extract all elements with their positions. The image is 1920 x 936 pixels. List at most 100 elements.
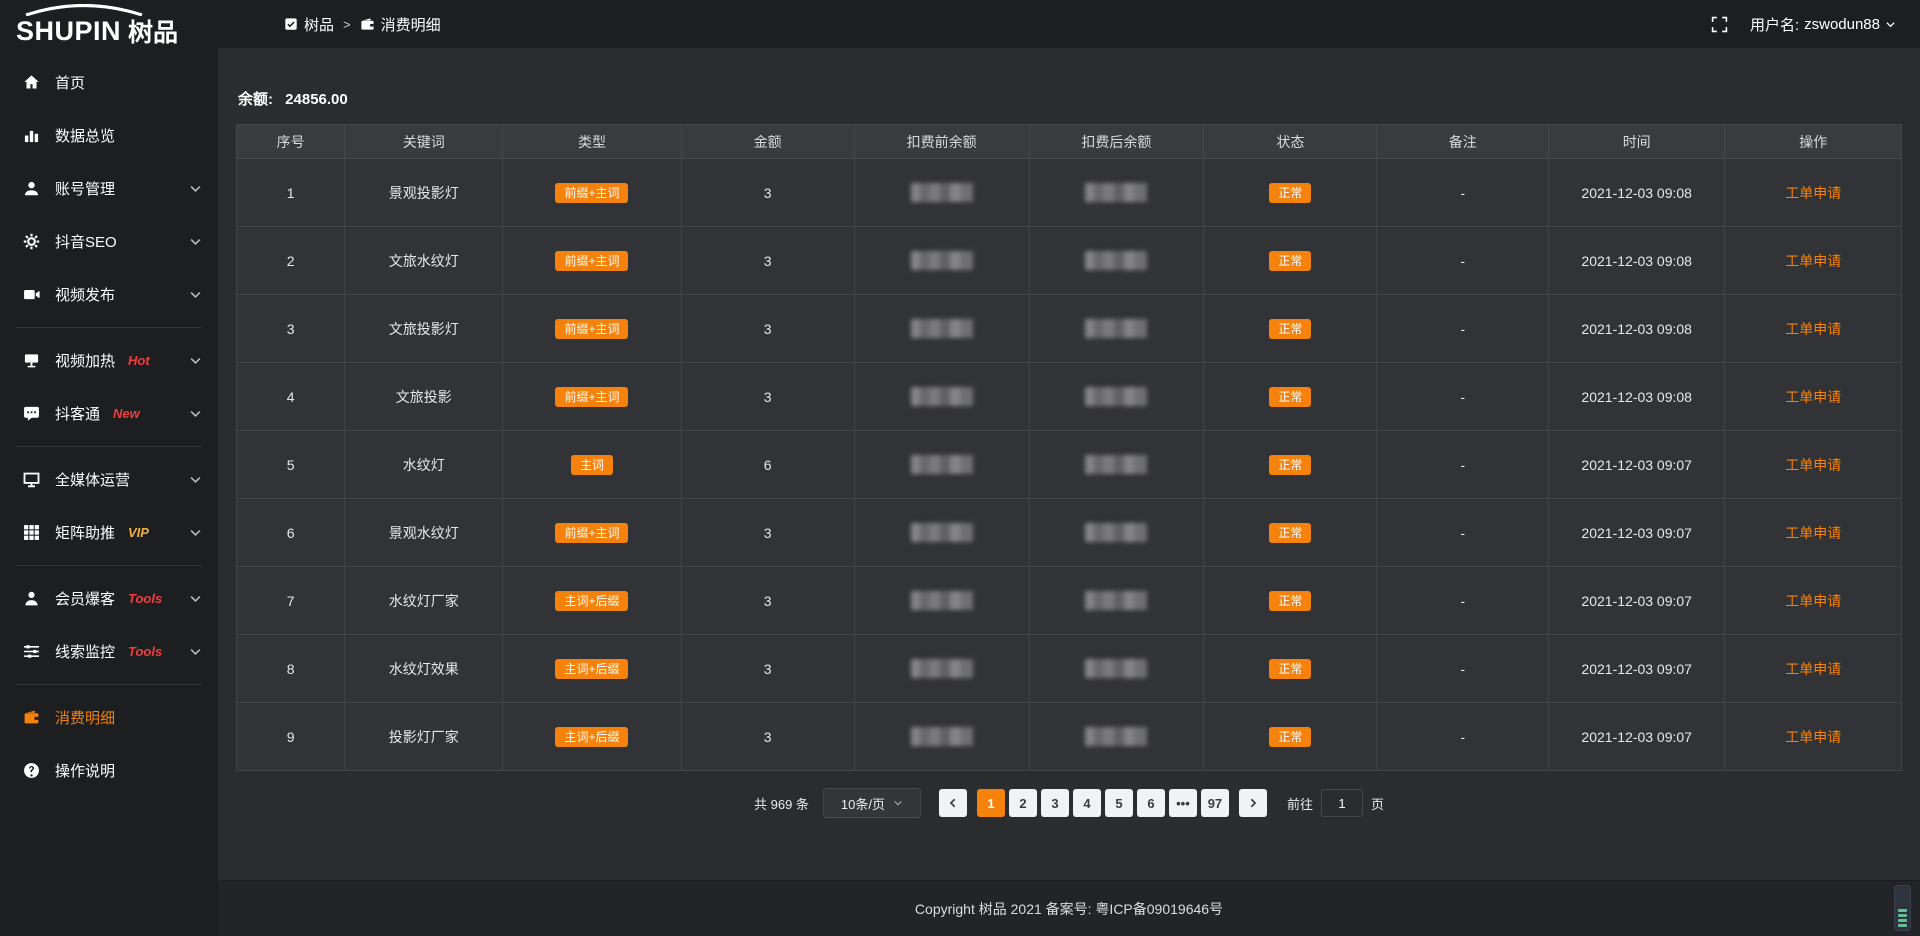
cell-type: 前缀+主词 [503, 295, 681, 363]
fullscreen-icon[interactable] [1711, 16, 1728, 33]
sidebar-item-wallet[interactable]: 消费明细 [0, 691, 218, 744]
status-badge: 正常 [1269, 387, 1311, 407]
logo-text-en: SHUPIN [16, 16, 121, 47]
sidebar-item-chart[interactable]: 数据总览 [0, 109, 218, 162]
cell-index: 6 [237, 499, 345, 567]
cell-amount: 3 [681, 363, 854, 431]
chevron-down-icon [189, 645, 202, 662]
censored-balance-after [1085, 523, 1147, 542]
work-order-link[interactable]: 工单申请 [1785, 661, 1841, 677]
cell-keyword: 水纹灯厂家 [345, 567, 503, 635]
sidebar-item-person[interactable]: 会员爆客Tools [0, 572, 218, 625]
page-button-3[interactable]: 3 [1041, 789, 1069, 817]
sidebar-item-user[interactable]: 账号管理 [0, 162, 218, 215]
cell-note: - [1377, 295, 1548, 363]
sidebar-item-video[interactable]: 视频发布 [0, 268, 218, 321]
cell-type: 前缀+主词 [503, 499, 681, 567]
person-icon [23, 590, 40, 607]
cell-balance-after [1029, 159, 1204, 227]
sidebar-item-label: 视频加热 [55, 350, 115, 371]
censored-balance-after [1085, 455, 1147, 474]
chart-icon [23, 127, 40, 144]
col-note: 备注 [1377, 125, 1548, 159]
cell-note: - [1377, 159, 1548, 227]
cell-keyword: 景观水纹灯 [345, 499, 503, 567]
censored-balance-after [1085, 387, 1147, 406]
cell-time: 2021-12-03 09:07 [1548, 635, 1724, 703]
breadcrumb-item-home[interactable]: 树品 [284, 14, 334, 35]
cell-amount: 3 [681, 703, 854, 771]
sidebar-item-label: 抖客通 [55, 403, 100, 424]
page-size-select[interactable]: 10条/页 [823, 788, 921, 818]
chevron-down-icon [189, 473, 202, 490]
page-ellipsis-button[interactable]: ••• [1169, 789, 1197, 817]
work-order-link[interactable]: 工单申请 [1785, 525, 1841, 541]
cell-index: 5 [237, 431, 345, 499]
sidebar-item-home[interactable]: 首页 [0, 56, 218, 109]
next-page-button[interactable] [1239, 789, 1267, 817]
censored-balance-before [911, 659, 973, 678]
cell-type: 主词+后缀 [503, 703, 681, 771]
status-badge: 正常 [1269, 251, 1311, 271]
cell-time: 2021-12-03 09:07 [1548, 567, 1724, 635]
sidebar-item-label: 数据总览 [55, 125, 115, 146]
page-button-1[interactable]: 1 [977, 789, 1005, 817]
sidebar-item-display[interactable]: 视频加热Hot [0, 334, 218, 387]
cell-index: 2 [237, 227, 345, 295]
cell-status: 正常 [1204, 567, 1377, 635]
work-order-link[interactable]: 工单申请 [1785, 253, 1841, 269]
cell-action: 工单申请 [1725, 703, 1902, 771]
sidebar-item-chat[interactable]: 抖客通New [0, 387, 218, 440]
cell-note: - [1377, 431, 1548, 499]
breadcrumb-item-current[interactable]: 消费明细 [360, 14, 441, 35]
cell-action: 工单申请 [1725, 295, 1902, 363]
type-badge: 前缀+主词 [555, 523, 628, 543]
sidebar-item-sliders[interactable]: 线索监控Tools [0, 625, 218, 678]
cell-keyword: 景观投影灯 [345, 159, 503, 227]
consumption-table: 序号 关键词 类型 金额 扣费前余额 扣费后余额 状态 备注 时间 操作 1景观… [236, 124, 1902, 771]
work-order-link[interactable]: 工单申请 [1785, 185, 1841, 201]
goto-page-input[interactable] [1321, 789, 1363, 817]
page-button-6[interactable]: 6 [1137, 789, 1165, 817]
sidebar-item-gear[interactable]: 抖音SEO [0, 215, 218, 268]
video-icon [23, 286, 40, 303]
censored-balance-before [911, 387, 973, 406]
table-row: 7水纹灯厂家主词+后缀3正常-2021-12-03 09:07工单申请 [237, 567, 1902, 635]
grid-icon [23, 524, 40, 541]
page-button-2[interactable]: 2 [1009, 789, 1037, 817]
work-order-link[interactable]: 工单申请 [1785, 321, 1841, 337]
sidebar-item-question[interactable]: 操作说明 [0, 744, 218, 797]
work-order-link[interactable]: 工单申请 [1785, 389, 1841, 405]
col-action: 操作 [1725, 125, 1902, 159]
cell-action: 工单申请 [1725, 363, 1902, 431]
cell-balance-before [854, 295, 1029, 363]
cell-keyword: 水纹灯效果 [345, 635, 503, 703]
user-menu[interactable]: 用户名: zswodun88 [1750, 14, 1896, 35]
cell-amount: 3 [681, 227, 854, 295]
col-keyword: 关键词 [345, 125, 503, 159]
cell-type: 前缀+主词 [503, 159, 681, 227]
page-button-5[interactable]: 5 [1105, 789, 1133, 817]
cell-action: 工单申请 [1725, 635, 1902, 703]
sidebar-item-badge: Tools [128, 644, 162, 659]
cell-keyword: 文旅投影 [345, 363, 503, 431]
cell-type: 主词 [503, 431, 681, 499]
prev-page-button[interactable] [939, 789, 967, 817]
censored-balance-before [911, 523, 973, 542]
sidebar-item-label: 抖音SEO [55, 231, 117, 252]
cell-index: 3 [237, 295, 345, 363]
col-balance-before: 扣费前余额 [854, 125, 1029, 159]
work-order-link[interactable]: 工单申请 [1785, 593, 1841, 609]
page-button-4[interactable]: 4 [1073, 789, 1101, 817]
sidebar-item-badge: VIP [128, 525, 149, 540]
sidebar-item-grid[interactable]: 矩阵助推VIP [0, 506, 218, 559]
cell-type: 前缀+主词 [503, 227, 681, 295]
shupin-square-icon [284, 17, 298, 31]
work-order-link[interactable]: 工单申请 [1785, 457, 1841, 473]
chevron-down-icon [893, 798, 903, 808]
page-button-97[interactable]: 97 [1201, 789, 1229, 817]
logo[interactable]: SHUPIN 树品 [0, 0, 218, 54]
work-order-link[interactable]: 工单申请 [1785, 729, 1841, 745]
sidebar-item-monitor[interactable]: 全媒体运营 [0, 453, 218, 506]
table-body: 1景观投影灯前缀+主词3正常-2021-12-03 09:08工单申请2文旅水纹… [237, 159, 1902, 771]
